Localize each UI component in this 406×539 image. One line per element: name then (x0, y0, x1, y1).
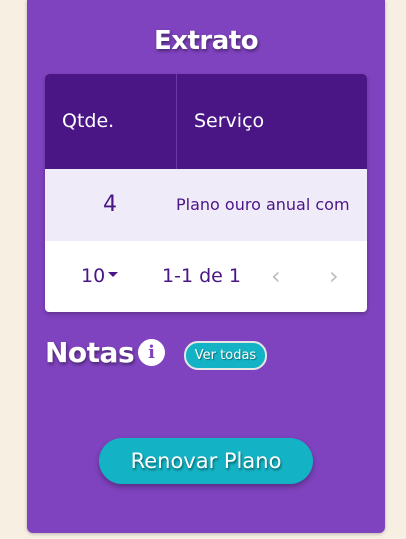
extrato-table: Qtde. Serviço 4 Plano ouro anual com 10 … (45, 74, 367, 312)
info-icon[interactable]: i (138, 339, 165, 366)
page-size-value: 10 (81, 265, 106, 287)
view-all-notes-button[interactable]: Ver todas (184, 341, 267, 370)
column-header-qty[interactable]: Qtde. (62, 74, 114, 169)
table-header: Qtde. Serviço (45, 74, 367, 169)
pagination-range: 1-1 de 1 (162, 265, 241, 287)
cell-qty: 4 (103, 192, 117, 217)
column-divider (176, 74, 177, 169)
chevron-right-icon[interactable]: › (329, 241, 339, 312)
chevron-left-icon[interactable]: ‹ (271, 241, 281, 312)
plan-card: Extrato Qtde. Serviço 4 Plano ouro anual… (27, 0, 385, 533)
column-header-service[interactable]: Serviço (194, 74, 264, 169)
pagination-bar: 10 1-1 de 1 ‹ › (45, 241, 367, 312)
extrato-title: Extrato (153, 26, 259, 56)
chevron-down-icon (108, 272, 118, 277)
renew-plan-button[interactable]: Renovar Plano (99, 438, 313, 484)
table-row[interactable]: 4 Plano ouro anual com (45, 169, 367, 241)
cell-service: Plano ouro anual com (176, 195, 350, 214)
notas-title: Notas (45, 336, 135, 369)
